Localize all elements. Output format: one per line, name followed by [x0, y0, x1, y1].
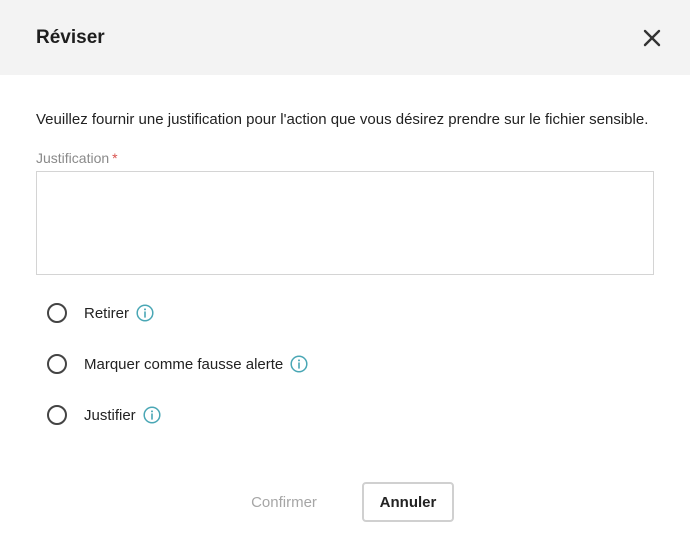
radio-fausse-alerte[interactable]	[47, 354, 67, 374]
dialog-header: Réviser	[0, 0, 690, 75]
option-retirer[interactable]: Retirer	[47, 301, 654, 325]
review-dialog: Réviser Veuillez fournir une justificati…	[0, 0, 690, 557]
close-icon	[643, 29, 661, 46]
info-icon[interactable]	[136, 304, 154, 322]
option-justifier[interactable]: Justifier	[47, 403, 654, 427]
dialog-title: Réviser	[36, 26, 105, 48]
info-icon[interactable]	[290, 355, 308, 373]
justification-input[interactable]	[36, 171, 654, 275]
justification-label: Justification *	[36, 150, 654, 166]
justification-label-text: Justification	[36, 150, 110, 166]
radio-justifier[interactable]	[47, 405, 67, 425]
dialog-body: Veuillez fournir une justification pour …	[0, 111, 690, 427]
option-label: Marquer comme fausse alerte	[84, 355, 284, 373]
action-options: Retirer Marquer comme fausse alerte Just…	[36, 301, 654, 427]
confirm-button[interactable]: Confirmer	[236, 482, 332, 522]
option-label: Justifier	[84, 406, 136, 424]
dialog-description: Veuillez fournir une justification pour …	[36, 111, 649, 128]
cancel-button[interactable]: Annuler	[362, 482, 454, 522]
option-label: Retirer	[84, 304, 130, 322]
radio-retirer[interactable]	[47, 303, 67, 323]
close-button[interactable]	[640, 26, 664, 50]
option-fausse-alerte[interactable]: Marquer comme fausse alerte	[47, 352, 654, 376]
info-icon[interactable]	[143, 406, 161, 424]
dialog-footer: Confirmer Annuler	[0, 482, 690, 522]
required-mark: *	[112, 150, 118, 166]
